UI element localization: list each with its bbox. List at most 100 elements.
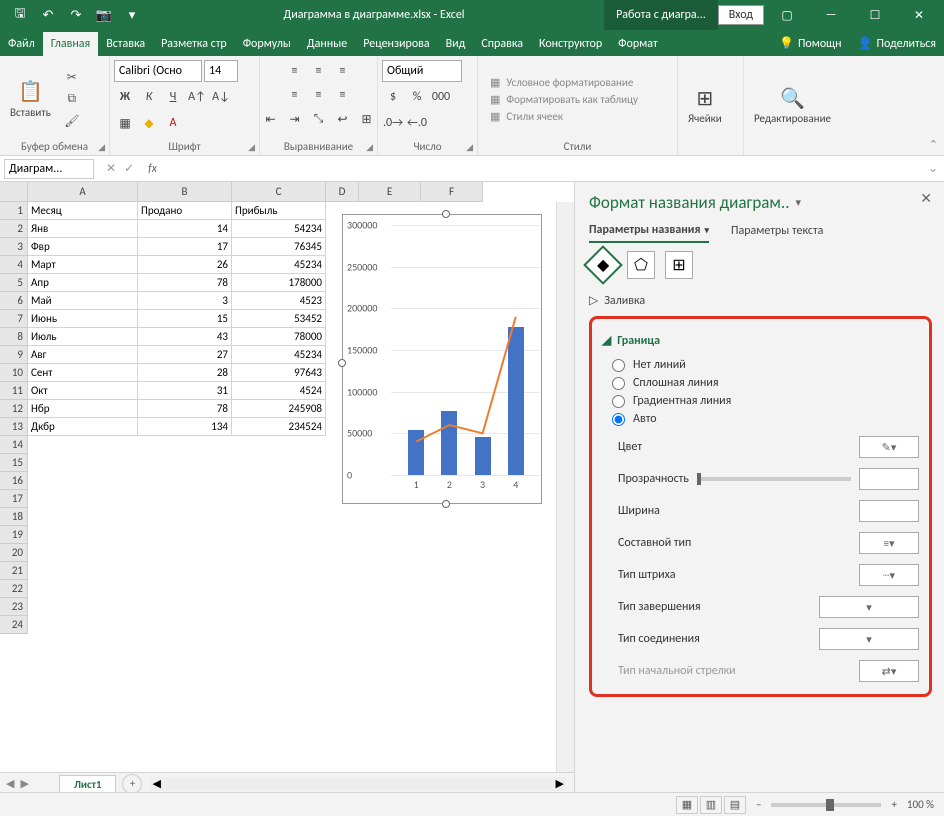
transparency-input[interactable] [859, 468, 919, 490]
chart-bar[interactable] [441, 411, 457, 475]
select-all-corner[interactable] [0, 182, 28, 202]
row-header[interactable]: 15 [0, 454, 28, 472]
cell[interactable]: 97643 [232, 364, 326, 382]
camera-icon[interactable]: 📷 [92, 3, 116, 27]
row-header[interactable]: 13 [0, 418, 28, 436]
no-line-radio[interactable]: Нет линий [612, 358, 919, 372]
row-header[interactable]: 23 [0, 598, 28, 616]
embedded-chart[interactable]: 050000100000150000200000250000300000 123… [342, 214, 542, 504]
row-header[interactable]: 20 [0, 544, 28, 562]
fx-icon[interactable]: fx [142, 162, 163, 176]
dialog-launcher-icon[interactable]: ◢ [98, 142, 105, 153]
size-category-icon[interactable]: ⊞ [665, 251, 693, 279]
ribbon-display-icon[interactable]: ▢ [766, 0, 808, 30]
share-button[interactable]: 👤Поделиться [850, 31, 944, 56]
auto-line-radio[interactable]: Авто [612, 412, 919, 426]
row-header[interactable]: 3 [0, 238, 28, 256]
decrease-decimal-icon[interactable]: ←.0 [406, 112, 428, 134]
wrap-text-icon[interactable]: ↩ [332, 108, 354, 130]
cell[interactable]: 17 [138, 238, 232, 256]
align-top-icon[interactable]: ≡ [284, 60, 306, 82]
cell[interactable]: Июнь [28, 310, 138, 328]
cell[interactable]: 14 [138, 220, 232, 238]
cell[interactable]: 78 [138, 400, 232, 418]
cell[interactable]: 78 [138, 274, 232, 292]
cell[interactable]: Апр [28, 274, 138, 292]
cell[interactable]: Окт [28, 382, 138, 400]
format-painter-icon[interactable]: 🖌 [61, 111, 83, 131]
cell[interactable]: 4524 [232, 382, 326, 400]
title-params-tab[interactable]: Параметры названия▾ [589, 223, 709, 243]
comma-icon[interactable]: 000 [430, 86, 452, 108]
close-icon[interactable]: ✕ [898, 0, 940, 30]
gradient-line-radio[interactable]: Градиентная линия [612, 394, 919, 408]
cancel-formula-icon[interactable]: ✕ [106, 161, 116, 176]
cell[interactable]: 45234 [232, 256, 326, 274]
row-header[interactable]: 9 [0, 346, 28, 364]
number-format-combo[interactable] [382, 60, 462, 82]
cell[interactable]: Март [28, 256, 138, 274]
expand-formula-bar-icon[interactable]: ⌄ [928, 161, 944, 176]
cell[interactable]: 4523 [232, 292, 326, 310]
bold-button[interactable]: Ж [114, 86, 136, 108]
row-header[interactable]: 7 [0, 310, 28, 328]
font-size-combo[interactable] [204, 60, 238, 82]
orientation-icon[interactable]: ⤡ [308, 108, 330, 130]
row-header[interactable]: 22 [0, 580, 28, 598]
increase-font-icon[interactable]: A↑ [186, 86, 208, 108]
conditional-formatting-button[interactable]: ▦Условное форматирование [490, 76, 638, 89]
dialog-launcher-icon[interactable]: ◢ [248, 142, 255, 153]
font-name-combo[interactable] [114, 60, 202, 82]
cell[interactable]: 26 [138, 256, 232, 274]
align-center-icon[interactable]: ≡ [308, 84, 330, 106]
cut-icon[interactable]: ✂ [61, 67, 83, 87]
tab-insert[interactable]: Вставка [98, 32, 153, 56]
row-header[interactable]: 16 [0, 472, 28, 490]
sheet-nav-next-icon[interactable]: ▶ [20, 777, 28, 790]
zoom-in-icon[interactable]: + [891, 798, 896, 811]
cell[interactable]: Авг [28, 346, 138, 364]
cell[interactable]: 245908 [232, 400, 326, 418]
fill-color-button[interactable]: ◆ [138, 112, 160, 134]
row-header[interactable]: 24 [0, 616, 28, 634]
solid-line-radio[interactable]: Сплошная линия [612, 376, 919, 390]
cell[interactable]: 54234 [232, 220, 326, 238]
width-input[interactable] [859, 500, 919, 522]
save-icon[interactable]: 🖫 [8, 3, 32, 27]
chart-bar[interactable] [508, 327, 524, 475]
row-header[interactable]: 17 [0, 490, 28, 508]
fill-section-header[interactable]: ▷Заливка [589, 287, 932, 314]
cell[interactable]: 15 [138, 310, 232, 328]
cell[interactable]: 234524 [232, 418, 326, 436]
chart-bar[interactable] [475, 437, 491, 475]
italic-button[interactable]: К [138, 86, 160, 108]
increase-indent-icon[interactable]: ⇥ [284, 108, 306, 130]
row-header[interactable]: 12 [0, 400, 28, 418]
cell[interactable]: Май [28, 292, 138, 310]
zoom-slider[interactable] [771, 803, 881, 807]
row-header[interactable]: 4 [0, 256, 28, 274]
cell[interactable]: 53452 [232, 310, 326, 328]
page-break-view-icon[interactable]: ▤ [724, 796, 746, 814]
column-header[interactable]: D [326, 182, 359, 202]
cells-button[interactable]: ⊞Ячейки [682, 82, 728, 129]
cell[interactable]: Июль [28, 328, 138, 346]
name-box[interactable] [4, 159, 94, 179]
dialog-launcher-icon[interactable]: ◢ [366, 142, 373, 153]
minimize-icon[interactable]: — [810, 0, 852, 30]
row-header[interactable]: 1 [0, 202, 28, 220]
cell[interactable]: Продано [138, 202, 232, 220]
column-header[interactable]: A [28, 182, 138, 202]
row-header[interactable]: 18 [0, 508, 28, 526]
decrease-font-icon[interactable]: A↓ [210, 86, 232, 108]
enter-formula-icon[interactable]: ✓ [124, 161, 134, 176]
join-select[interactable]: ▾ [819, 628, 919, 650]
font-color-button[interactable]: A [162, 112, 184, 134]
tab-view[interactable]: Вид [438, 32, 474, 56]
increase-decimal-icon[interactable]: .0→ [382, 112, 404, 134]
row-header[interactable]: 6 [0, 292, 28, 310]
cell[interactable]: 27 [138, 346, 232, 364]
undo-icon[interactable]: ↶ [36, 3, 60, 27]
row-header[interactable]: 5 [0, 274, 28, 292]
border-section-header[interactable]: ◢Граница [602, 327, 919, 354]
